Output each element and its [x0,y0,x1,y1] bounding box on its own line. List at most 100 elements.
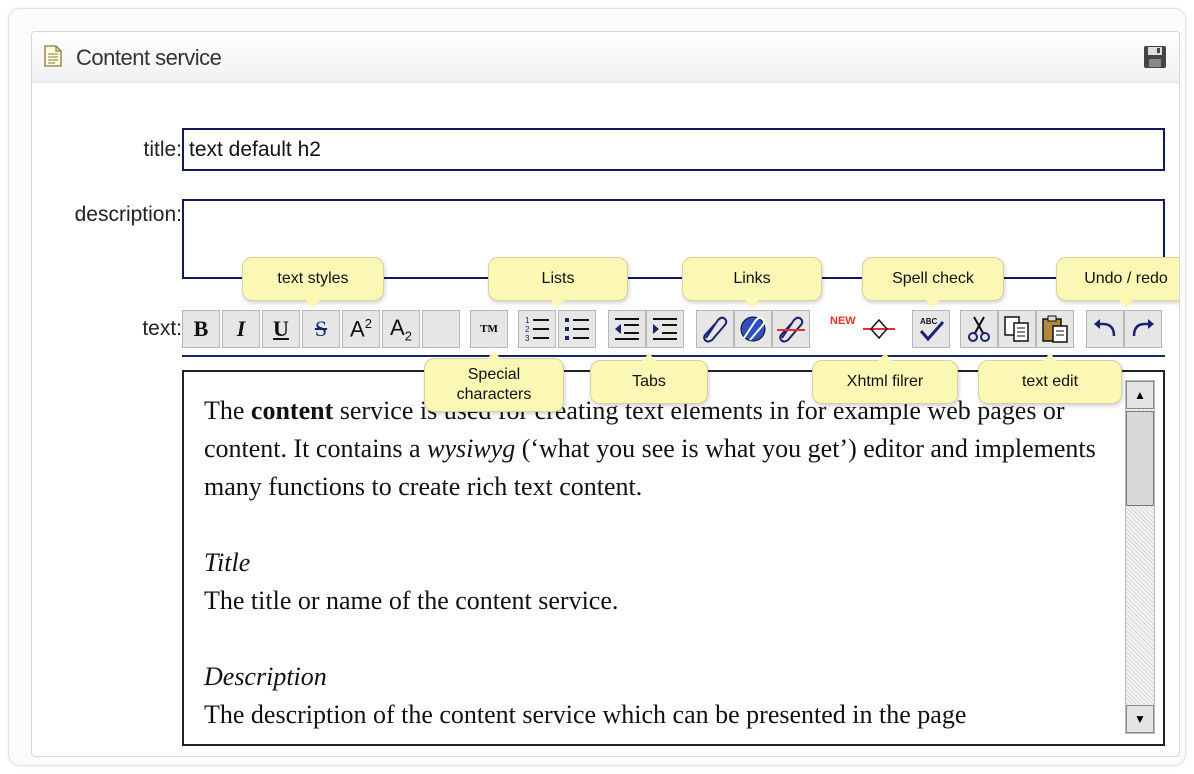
callout-text-edit-label: text edit [1021,373,1079,390]
redo-icon [1132,319,1154,337]
arrow-down-icon: ▼ [1134,712,1146,726]
toolbar-divider [182,355,1165,357]
text-label: text: [142,317,182,340]
editor-scrollbar[interactable]: ▲ ▼ [1125,380,1155,734]
callout-undo-redo-label: Undo / redo [1084,270,1168,287]
indent-icon [653,318,677,340]
outer-frame: Content service title: description: text… [8,8,1186,766]
callout-links-label: Links [733,270,771,287]
editor-paragraph-title: The title or name of the content service… [204,586,619,615]
insert-web-link-button[interactable] [734,310,772,348]
callout-links: Links [682,257,822,308]
panel-title: Content service [76,45,222,70]
callout-text-edit: text edit [978,353,1122,404]
xhtml-filter-button[interactable] [860,310,898,348]
callout-special-line1: Special [467,366,521,383]
callout-tabs: Tabs [590,353,708,404]
ordered-list-icon: 123 [525,316,549,343]
web-link-icon [740,316,766,342]
editor-blank-line [204,620,1113,658]
callout-tail [551,300,565,308]
subscript-number: 2 [404,328,412,344]
scissors-icon [968,316,990,342]
callout-tail [306,300,320,308]
strikethrough-icon: S [314,316,328,341]
callout-tail [1043,353,1057,361]
outdent-icon [615,318,639,340]
svg-text:2: 2 [525,325,530,334]
callout-undo-redo: Undo / redo [1056,257,1179,308]
callout-text-styles: text styles [242,257,384,308]
callout-tail [745,300,759,308]
panel-titlebar: Content service [32,32,1179,83]
outdent-button[interactable] [608,310,646,348]
superscript-letter: A [350,316,365,342]
callout-tabs-label: Tabs [632,373,666,390]
title-input[interactable] [182,128,1165,171]
special-characters-button[interactable]: TM [470,310,508,348]
arrow-up-icon: ▲ [1134,388,1146,402]
floppy-disk-icon[interactable] [1143,45,1167,69]
unordered-list-button[interactable] [558,310,596,348]
cut-button[interactable] [960,310,998,348]
superscript-icon: A2 [350,316,372,342]
strikethrough-button[interactable]: S [302,310,340,348]
callout-tail [926,300,940,308]
new-badge: NEW [830,315,856,327]
callout-text-styles-label: text styles [277,270,349,287]
undo-icon [1094,319,1116,337]
editor-heading-description: Description [204,662,327,691]
callout-xhtml-filter-label: Xhtml filrer [846,373,924,390]
ordered-list-button[interactable]: 123 [518,310,556,348]
copy-button[interactable] [998,310,1036,348]
insert-link-button[interactable] [696,310,734,348]
callout-lists-label: Lists [541,270,575,287]
redo-button[interactable] [1124,310,1162,348]
editor-heading-title: Title [204,548,251,577]
underline-button[interactable]: U [262,310,300,348]
xhtml-filter-icon [863,318,895,340]
subscript-icon: A2 [390,315,412,343]
spell-check-icon: ABC [919,317,945,342]
superscript-button[interactable]: A2 [342,310,380,348]
underline-icon: U [273,316,289,341]
bold-icon: B [193,316,209,341]
description-label: description: [74,203,182,226]
remove-link-button[interactable] [772,310,810,348]
intro-bold: content [250,396,334,425]
trademark-icon: TM [480,323,498,335]
italic-icon: I [236,316,246,341]
callout-special-characters: Special characters [424,351,564,412]
callout-xhtml-filter: Xhtml filrer [812,353,958,404]
callout-tail [487,351,501,359]
indent-button[interactable] [646,310,684,348]
document-icon [44,45,62,67]
italic-button[interactable]: I [222,310,260,348]
undo-button[interactable] [1086,310,1124,348]
link-icon [703,316,728,343]
subscript-letter: A [390,314,405,340]
callout-lists: Lists [488,257,628,308]
spell-check-button[interactable]: ABC [912,310,950,348]
unlink-icon [777,316,805,343]
scroll-down-button[interactable]: ▼ [1126,705,1154,733]
scroll-thumb[interactable] [1126,411,1154,506]
intro-italic: wysiwyg [427,434,516,463]
superscript-number: 2 [364,315,372,331]
editor-paragraph-description: The description of the content service w… [204,700,967,729]
editor-blank-line [204,506,1113,544]
callout-tail [642,353,656,361]
subscript-button[interactable]: A2 [382,310,420,348]
editor-paragraph-intro: The content service is used for creating… [204,392,1113,506]
bold-button[interactable]: B [182,310,220,348]
toolbar-spacer [422,310,460,348]
callout-tail [878,353,892,361]
scroll-up-button[interactable]: ▲ [1126,381,1154,409]
callout-spell-check: Spell check [862,257,1004,308]
paste-button[interactable] [1036,310,1074,348]
rich-text-editor[interactable]: The content service is used for creating… [182,370,1165,746]
svg-text:1: 1 [525,316,530,325]
spell-check-abc: ABC [920,317,938,326]
editor-content[interactable]: The content service is used for creating… [204,392,1113,734]
callout-spell-check-label: Spell check [892,270,974,287]
